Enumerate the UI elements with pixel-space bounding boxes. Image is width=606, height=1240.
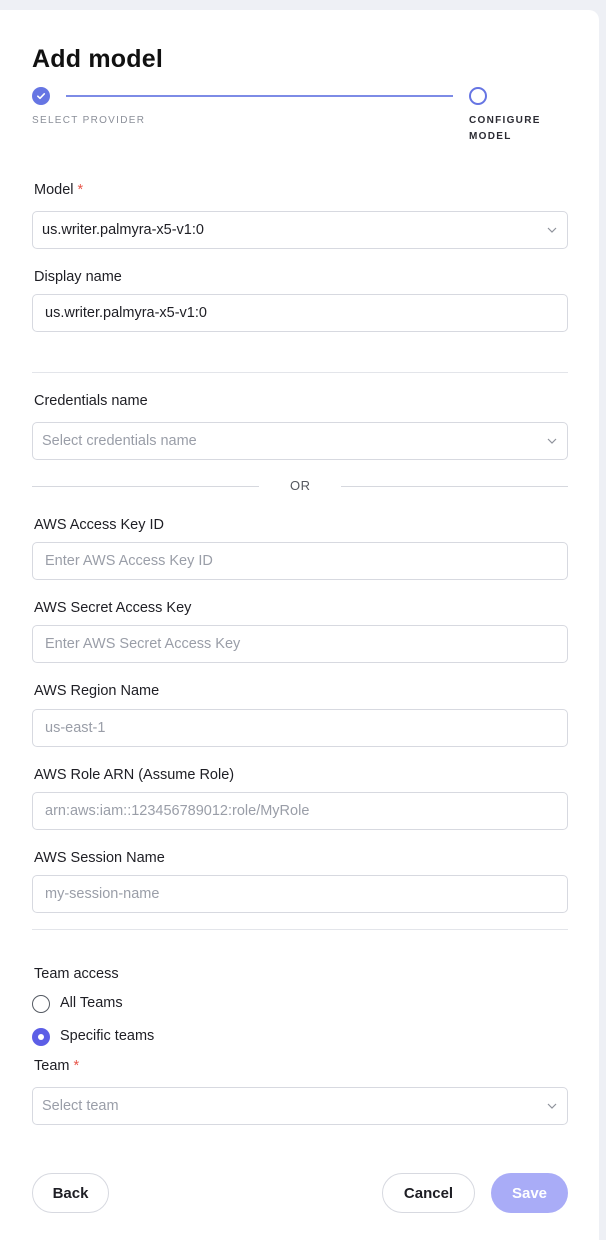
step-select-provider-indicator	[32, 87, 50, 105]
display-name-value: us.writer.palmyra-x5-v1:0	[45, 305, 207, 321]
aws-session-name-placeholder: my-session-name	[45, 886, 160, 902]
aws-session-name-label: AWS Session Name	[34, 850, 165, 866]
radio-specific-teams[interactable]	[32, 1028, 50, 1046]
chevron-down-icon	[547, 1101, 557, 1111]
save-button[interactable]: Save	[491, 1173, 568, 1213]
credentials-name-label: Credentials name	[34, 393, 148, 409]
display-name-input[interactable]: us.writer.palmyra-x5-v1:0	[32, 294, 568, 332]
radio-all-teams[interactable]	[32, 995, 50, 1013]
credentials-name-placeholder: Select credentials name	[42, 433, 197, 449]
required-marker: *	[73, 1058, 80, 1074]
aws-access-key-label: AWS Access Key ID	[34, 517, 164, 533]
aws-secret-key-label: AWS Secret Access Key	[34, 600, 192, 616]
stepper-connector	[66, 95, 453, 97]
aws-region-input[interactable]: us-east-1	[32, 709, 568, 747]
model-label: Model *	[34, 182, 83, 198]
step-configure-model-indicator	[469, 87, 487, 105]
page-title: Add model	[32, 45, 163, 73]
step-configure-model-label: CONFIGURE MODEL	[469, 113, 541, 145]
aws-region-placeholder: us-east-1	[45, 720, 106, 736]
check-icon	[37, 93, 46, 100]
team-select-placeholder: Select team	[42, 1098, 119, 1114]
team-label-text: Team	[34, 1058, 70, 1074]
credentials-name-select[interactable]: Select credentials name	[32, 422, 568, 460]
team-label: Team *	[34, 1058, 79, 1074]
aws-region-label: AWS Region Name	[34, 683, 160, 699]
team-select[interactable]: Select team	[32, 1087, 568, 1125]
step-configure-label-line1: CONFIGURE	[469, 115, 541, 126]
aws-secret-key-input[interactable]: Enter AWS Secret Access Key	[32, 625, 568, 663]
display-name-label: Display name	[34, 269, 122, 285]
step-select-provider-label: SELECT PROVIDER	[32, 115, 146, 126]
aws-access-key-placeholder: Enter AWS Access Key ID	[45, 553, 213, 569]
model-label-text: Model	[34, 182, 74, 198]
required-marker: *	[77, 182, 84, 198]
section-divider	[32, 372, 568, 373]
model-select-value: us.writer.palmyra-x5-v1:0	[42, 222, 204, 238]
aws-role-arn-input[interactable]: arn:aws:iam::123456789012:role/MyRole	[32, 792, 568, 830]
aws-access-key-input[interactable]: Enter AWS Access Key ID	[32, 542, 568, 580]
back-button[interactable]: Back	[32, 1173, 109, 1213]
section-divider	[32, 929, 568, 930]
step-configure-label-line2: MODEL	[469, 131, 512, 142]
or-divider-right	[341, 486, 568, 487]
model-select[interactable]: us.writer.palmyra-x5-v1:0	[32, 211, 568, 249]
cancel-button[interactable]: Cancel	[382, 1173, 475, 1213]
aws-role-arn-label: AWS Role ARN (Assume Role)	[34, 767, 235, 783]
or-separator-text: OR	[290, 478, 311, 493]
aws-secret-key-placeholder: Enter AWS Secret Access Key	[45, 636, 241, 652]
team-access-label: Team access	[34, 966, 119, 982]
chevron-down-icon	[547, 225, 557, 235]
radio-specific-teams-label[interactable]: Specific teams	[60, 1028, 154, 1044]
or-divider-left	[32, 486, 259, 487]
aws-session-name-input[interactable]: my-session-name	[32, 875, 568, 913]
aws-role-arn-placeholder: arn:aws:iam::123456789012:role/MyRole	[45, 803, 310, 819]
radio-all-teams-label[interactable]: All Teams	[60, 995, 123, 1011]
chevron-down-icon	[547, 436, 557, 446]
